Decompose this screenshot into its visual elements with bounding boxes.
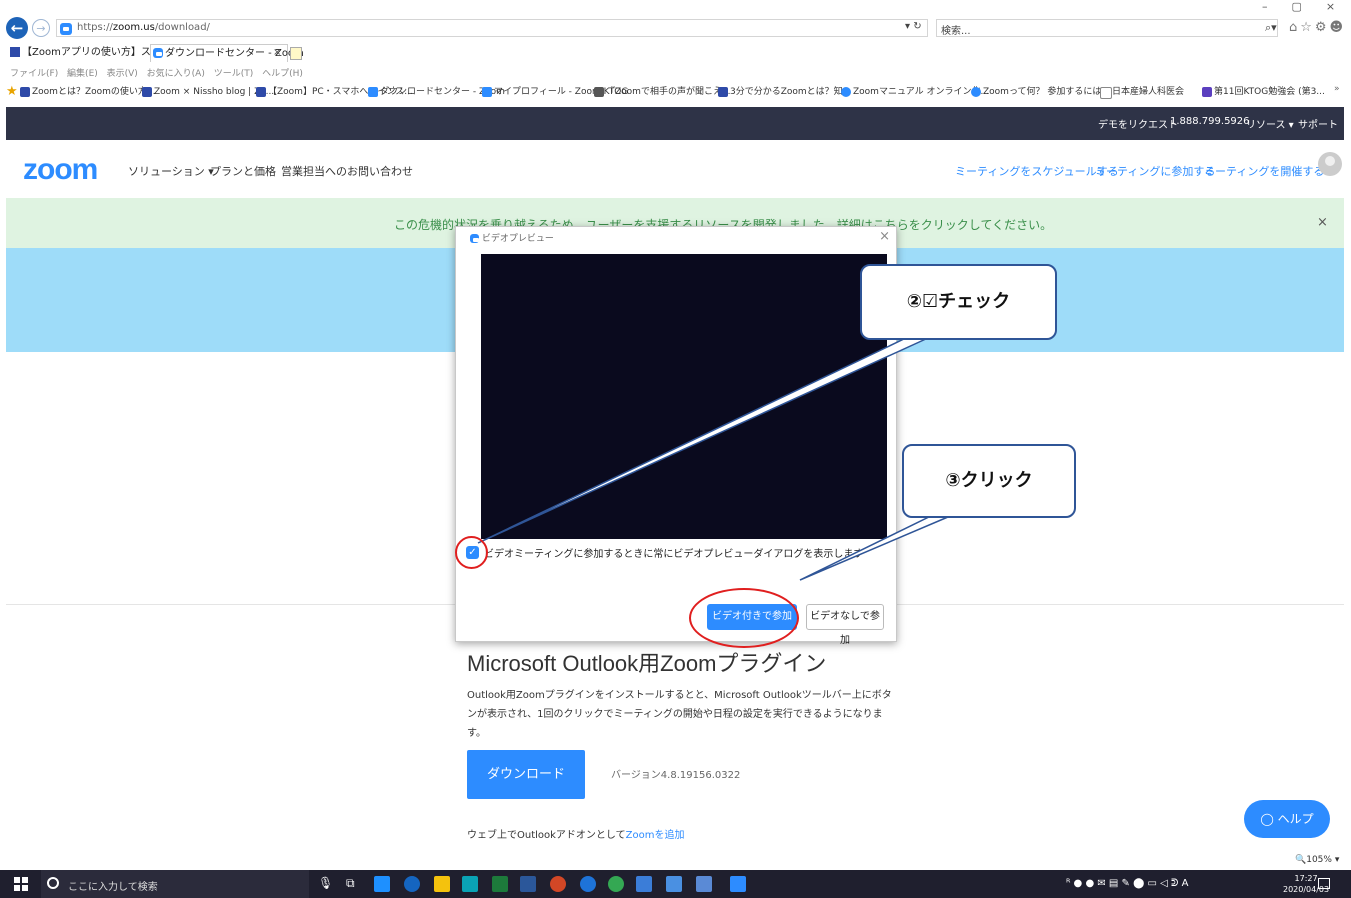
app-icon-zoom[interactable] <box>730 876 746 892</box>
checkbox-highlight-ring <box>455 536 488 569</box>
app-icon-ie[interactable] <box>404 876 420 892</box>
app-icon-powerpoint[interactable] <box>550 876 566 892</box>
system-tray[interactable]: ᴿ ● ● ✉ ▤ ✎ ⬤ ▭ ◁ ᕲ A <box>1066 878 1188 889</box>
taskbar: ここに入力して検索 🎙 ⧉ ᴿ ● ● ✉ ▤ ✎ ⬤ ▭ ◁ ᕲ A 17:2… <box>0 870 1351 898</box>
app-icon-app[interactable] <box>636 876 652 892</box>
button-highlight-ring <box>689 588 799 648</box>
app-icon-chrome[interactable] <box>608 876 624 892</box>
windows-start-icon[interactable] <box>14 877 28 891</box>
app-icon-outlook[interactable] <box>696 876 712 892</box>
app-icon-excel[interactable] <box>492 876 508 892</box>
taskbar-search[interactable]: ここに入力して検索 <box>41 870 309 898</box>
task-view-icon[interactable]: ⧉ <box>346 876 355 891</box>
callout-step3: ③クリック <box>902 444 1076 518</box>
notification-icon[interactable] <box>1318 878 1330 889</box>
cortana-icon <box>47 877 59 889</box>
app-icon-notepad[interactable] <box>666 876 682 892</box>
callout-step2: ②☑チェック <box>860 264 1057 340</box>
app-icon-edge[interactable] <box>580 876 596 892</box>
callout-pointer-step3 <box>799 513 956 581</box>
mic-icon[interactable]: 🎙 <box>318 876 333 890</box>
app-icon-teamviewer[interactable] <box>374 876 390 892</box>
app-icon-explorer[interactable] <box>434 876 450 892</box>
callout-pointer-step2 <box>477 337 929 544</box>
app-icon-word[interactable] <box>520 876 536 892</box>
annotation-arrows <box>477 337 956 581</box>
app-icon-l[interactable] <box>462 876 478 892</box>
